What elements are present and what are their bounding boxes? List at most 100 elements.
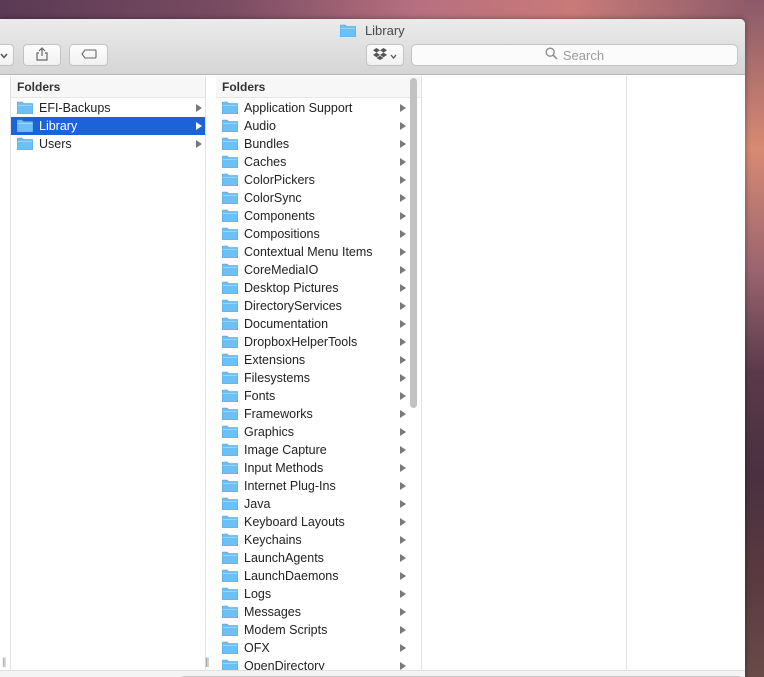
folder-name: Library (39, 119, 78, 133)
folder-name: Components (244, 209, 315, 223)
disclosure-arrow-icon (400, 518, 406, 526)
folder-row[interactable]: OpenDirectory (216, 657, 409, 670)
folder-row[interactable]: DirectoryServices (216, 297, 409, 315)
disclosure-arrow-icon (400, 104, 406, 112)
folder-row[interactable]: Modem Scripts (216, 621, 409, 639)
folder-row[interactable]: ColorPickers (216, 171, 409, 189)
dropbox-icon (373, 47, 387, 63)
folder-row[interactable]: Keychains (216, 531, 409, 549)
folder-name: Messages (244, 605, 301, 619)
folder-name: Bundles (244, 137, 290, 151)
folder-name: Fonts (244, 389, 276, 403)
folder-row[interactable]: Java (216, 495, 409, 513)
view-options-button[interactable] (0, 44, 14, 66)
column-resize-handle[interactable]: || (205, 657, 209, 668)
folder-row[interactable]: Documentation (216, 315, 409, 333)
disclosure-arrow-icon (400, 194, 406, 202)
folder-row[interactable]: Users (11, 135, 205, 153)
disclosure-arrow-icon (400, 644, 406, 652)
folder-icon (340, 24, 357, 40)
column-resize-handle[interactable]: || (2, 657, 6, 668)
disclosure-arrow-icon (400, 392, 406, 400)
search-placeholder: Search (562, 47, 605, 63)
folder-row[interactable]: Image Capture (216, 441, 409, 459)
disclosure-arrow-icon (400, 482, 406, 490)
folder-name: LaunchDaemons (244, 569, 339, 583)
folder-row[interactable]: Audio (216, 117, 409, 135)
folder-row[interactable]: Application Support (216, 99, 409, 117)
folder-name: Graphics (244, 425, 295, 439)
folder-row[interactable]: Frameworks (216, 405, 409, 423)
disclosure-arrow-icon (400, 464, 406, 472)
share-icon (36, 46, 48, 64)
folder-row[interactable]: Caches (216, 153, 409, 171)
folder-row[interactable]: Contextual Menu Items (216, 243, 409, 261)
folder-name: CoreMediaIO (244, 263, 319, 277)
folder-row[interactable]: Library (11, 117, 205, 135)
column-browser: || Folders EFI-Backups Library Users || Fo… (0, 76, 745, 670)
column-2[interactable]: Folders Application Support Audio Bundles C… (216, 76, 422, 670)
disclosure-arrow-icon (400, 410, 406, 418)
folder-name: ColorPickers (244, 173, 315, 187)
folder-row[interactable]: Keyboard Layouts (216, 513, 409, 531)
folder-row[interactable]: Filesystems (216, 369, 409, 387)
folder-row[interactable]: ColorSync (216, 189, 409, 207)
vertical-scrollbar[interactable] (410, 78, 417, 408)
folder-name: ColorSync (244, 191, 302, 205)
disclosure-arrow-icon (400, 122, 406, 130)
disclosure-arrow-icon (400, 608, 406, 616)
folder-row[interactable]: Messages (216, 603, 409, 621)
folder-name: Java (244, 497, 271, 511)
folder-name: Keyboard Layouts (244, 515, 345, 529)
folder-name: Filesystems (244, 371, 310, 385)
folder-row[interactable]: EFI-Backups (11, 99, 205, 117)
folder-row[interactable]: Internet Plug-Ins (216, 477, 409, 495)
disclosure-arrow-icon (196, 104, 202, 112)
share-button[interactable] (23, 44, 61, 66)
folder-row[interactable]: Logs (216, 585, 409, 603)
column-1[interactable]: Folders EFI-Backups Library Users || (11, 76, 209, 670)
search-field[interactable]: Search (411, 44, 738, 66)
folder-row[interactable]: DropboxHelperTools (216, 333, 409, 351)
disclosure-arrow-icon (400, 626, 406, 634)
folder-row[interactable]: LaunchAgents (216, 549, 409, 567)
search-icon (545, 47, 563, 63)
folder-row[interactable]: Components (216, 207, 409, 225)
toolbar: Library Search (0, 19, 745, 75)
tag-icon (80, 48, 97, 62)
folder-name: Modem Scripts (244, 623, 328, 637)
folder-list: EFI-Backups Library Users (11, 98, 205, 153)
disclosure-arrow-icon (400, 212, 406, 220)
folder-row[interactable]: LaunchDaemons (216, 567, 409, 585)
folder-name: Audio (244, 119, 276, 133)
folder-row[interactable]: Compositions (216, 225, 409, 243)
folder-row[interactable]: OFX (216, 639, 409, 657)
disclosure-arrow-icon (400, 374, 406, 382)
tag-button[interactable] (69, 44, 108, 66)
column-4[interactable] (627, 76, 745, 670)
folder-row[interactable]: Extensions (216, 351, 409, 369)
disclosure-arrow-icon (400, 536, 406, 544)
folder-row[interactable]: Desktop Pictures (216, 279, 409, 297)
folder-name: Documentation (244, 317, 329, 331)
folder-row[interactable]: Graphics (216, 423, 409, 441)
disclosure-arrow-icon (400, 158, 406, 166)
desktop-background-right (744, 0, 764, 677)
chevron-down-icon (390, 48, 397, 62)
horizontal-scrollbar-track (0, 670, 745, 677)
disclosure-arrow-icon (400, 662, 406, 670)
folder-icon (16, 137, 34, 155)
disclosure-arrow-icon (400, 320, 406, 328)
folder-row[interactable]: CoreMediaIO (216, 261, 409, 279)
column-3[interactable] (422, 76, 627, 670)
disclosure-arrow-icon (400, 590, 406, 598)
folder-name: Frameworks (244, 407, 313, 421)
folder-row[interactable]: Bundles (216, 135, 409, 153)
disclosure-arrow-icon (196, 122, 202, 130)
folder-row[interactable]: Fonts (216, 387, 409, 405)
disclosure-arrow-icon (400, 446, 406, 454)
disclosure-arrow-icon (400, 500, 406, 508)
folder-name: OFX (244, 641, 270, 655)
dropbox-button[interactable] (366, 44, 404, 66)
folder-row[interactable]: Input Methods (216, 459, 409, 477)
